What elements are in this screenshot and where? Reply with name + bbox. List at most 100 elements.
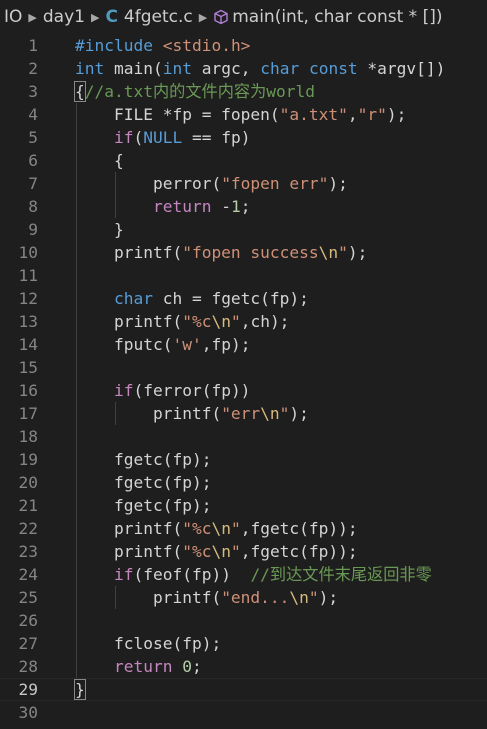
code-line[interactable]: 25 printf("end...\n"); <box>0 586 487 609</box>
code-token: ); <box>289 404 309 423</box>
code-token: == fp) <box>182 128 251 147</box>
indent-guide <box>76 264 77 287</box>
code-token: 0 <box>182 657 192 676</box>
code-token: ) <box>435 59 446 78</box>
code-line[interactable]: 27 fclose(fp); <box>0 632 487 655</box>
code-token: "%c <box>182 542 212 561</box>
line-number: 14 <box>18 335 39 354</box>
code-line[interactable]: 5 if(NULL == fp) <box>0 126 487 149</box>
code-line[interactable]: 20 fgetc(fp); <box>0 471 487 494</box>
code-token: fgetc(fp); <box>75 450 212 469</box>
code-line[interactable]: 12 char ch = fgetc(fp); <box>0 287 487 310</box>
code-text: printf("%c\n",fgetc(fp)); <box>75 540 358 563</box>
line-number: 20 <box>18 473 39 492</box>
code-line[interactable]: 24 if(feof(fp)) //到达文件末尾返回非零 <box>0 563 487 586</box>
line-number: 13 <box>18 312 39 331</box>
cube-icon <box>214 9 228 25</box>
code-token: "fopen success <box>182 243 319 262</box>
code-text: printf("%c\n",fgetc(fp)); <box>75 517 358 540</box>
code-token: printf( <box>75 588 222 607</box>
code-line[interactable]: 15 <box>0 356 487 379</box>
code-token: ( <box>133 128 144 147</box>
code-editor[interactable]: 1 #include <stdio.h> 2 int main(int argc, c… <box>0 34 487 724</box>
code-line[interactable]: 23 printf("%c\n",fgetc(fp)); <box>0 540 487 563</box>
code-token: if <box>113 128 134 147</box>
code-text: fgetc(fp); <box>75 494 211 517</box>
code-token: #include <box>75 36 153 55</box>
breadcrumb-file[interactable]: 4fgetc.c <box>124 7 193 27</box>
code-line[interactable]: 13 printf("%c\n",ch); <box>0 310 487 333</box>
code-token: "%c <box>182 519 212 538</box>
code-token: return <box>152 197 212 216</box>
code-text: printf("%c\n",ch); <box>75 310 289 333</box>
code-token: " <box>279 404 290 423</box>
code-line[interactable]: 19 fgetc(fp); <box>0 448 487 471</box>
code-token: int <box>162 59 192 78</box>
code-text: return 0; <box>75 655 202 678</box>
line-number: 3 <box>28 82 38 101</box>
code-line[interactable]: 16 if(ferror(fp)) <box>0 379 487 402</box>
line-number: 21 <box>18 496 39 515</box>
line-number: 27 <box>18 634 39 653</box>
line-number: 28 <box>18 657 39 676</box>
code-line[interactable]: 22 printf("%c\n",fgetc(fp)); <box>0 517 487 540</box>
code-line[interactable]: 9 } <box>0 218 487 241</box>
code-line[interactable]: 21 fgetc(fp); <box>0 494 487 517</box>
code-line[interactable]: 1 #include <stdio.h> <box>0 34 487 57</box>
breadcrumb-symbol[interactable]: main(int, char const * []) <box>213 7 442 27</box>
code-token: , <box>347 105 358 124</box>
code-text: fputc('w',fp); <box>75 333 250 356</box>
code-token: " <box>230 519 241 538</box>
line-number: 30 <box>18 703 39 722</box>
line-number: 15 <box>18 358 39 377</box>
indent-guide <box>76 425 77 448</box>
line-number: 23 <box>18 542 39 561</box>
line-number: 22 <box>18 519 39 538</box>
code-token: " <box>338 243 348 262</box>
code-line[interactable]: 26 <box>0 609 487 632</box>
line-number: 19 <box>18 450 39 469</box>
code-line[interactable]: 2 int main(int argc, char const *argv[]) <box>0 57 487 80</box>
code-token: } <box>74 679 86 700</box>
code-line[interactable]: 30 <box>0 701 487 724</box>
code-line[interactable]: 29} <box>0 678 487 701</box>
code-line[interactable]: 14 fputc('w',fp); <box>0 333 487 356</box>
code-line[interactable]: 11 <box>0 264 487 287</box>
code-line[interactable]: 17 printf("err\n"); <box>0 402 487 425</box>
code-text: #include <stdio.h> <box>75 34 250 57</box>
line-number: 24 <box>18 565 39 584</box>
code-text: fclose(fp); <box>75 632 221 655</box>
code-line[interactable]: 18 <box>0 425 487 448</box>
code-line[interactable]: 28 return 0; <box>0 655 487 678</box>
code-token: int <box>75 59 105 78</box>
code-line[interactable]: 7 perror("fopen err"); <box>0 172 487 195</box>
line-number: 11 <box>18 266 39 285</box>
code-token: "fopen err" <box>221 174 329 193</box>
code-line[interactable]: 8 return -1; <box>0 195 487 218</box>
code-text: if(ferror(fp)) <box>75 379 250 402</box>
code-token: if <box>113 381 134 400</box>
code-line[interactable]: 4 FILE *fp = fopen("a.txt","r"); <box>0 103 487 126</box>
code-token: "err <box>221 404 261 423</box>
chevron-right-icon: ▶ <box>90 10 100 24</box>
code-text: printf("end...\n"); <box>75 586 338 609</box>
code-line[interactable]: 3 {//a.txt内的文件内容为world <box>0 80 487 103</box>
line-number: 8 <box>28 197 38 216</box>
breadcrumb-folder-day1[interactable]: day1 <box>43 7 85 27</box>
code-token: char <box>113 289 153 308</box>
code-token: <stdio.h> <box>162 36 251 55</box>
code-text: FILE *fp = fopen("a.txt","r"); <box>75 103 406 126</box>
code-line[interactable]: 6 { <box>0 149 487 172</box>
code-token: (ferror(fp)) <box>133 381 251 400</box>
line-number: 6 <box>28 151 38 170</box>
breadcrumb-folder-io[interactable]: IO <box>4 7 22 27</box>
code-token: ,fp); <box>201 335 251 354</box>
code-token: ; <box>240 197 251 216</box>
code-token: \n <box>211 312 231 331</box>
code-line[interactable]: 10 printf("fopen success\n"); <box>0 241 487 264</box>
code-token: printf( <box>75 243 183 262</box>
